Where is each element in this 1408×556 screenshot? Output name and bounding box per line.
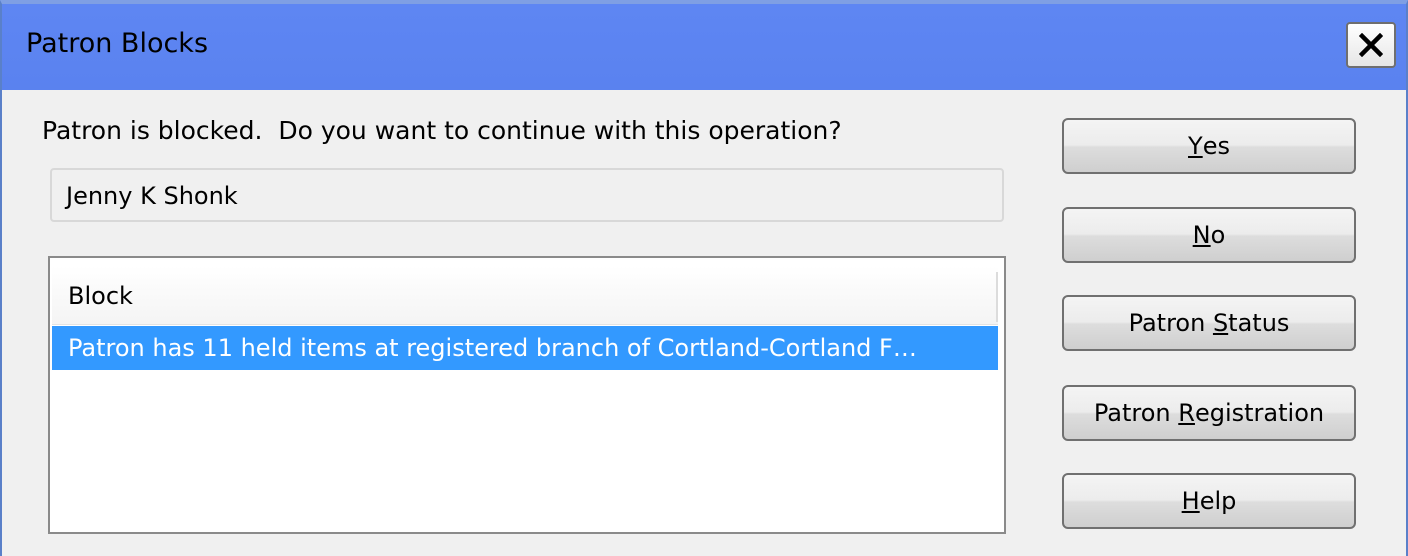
patron-registration-label-key: R: [1178, 399, 1195, 427]
yes-label-key: Y: [1188, 132, 1203, 160]
patron-status-label-post: tatus: [1228, 309, 1290, 337]
block-description: Patron has 11 held items at registered b…: [68, 334, 917, 362]
title-bar[interactable]: Patron Blocks: [2, 4, 1406, 90]
column-divider[interactable]: [996, 272, 998, 322]
list-item[interactable]: Patron has 11 held items at registered b…: [52, 326, 998, 370]
patron-status-label-pre: Patron: [1128, 309, 1213, 337]
yes-label-post: es: [1202, 132, 1230, 160]
no-button[interactable]: No: [1062, 207, 1356, 263]
patron-blocks-dialog: Patron Blocks Patron is blocked. Do you …: [0, 0, 1408, 556]
blocked-prompt: Patron is blocked. Do you want to contin…: [42, 116, 842, 145]
help-label-post: elp: [1199, 487, 1237, 515]
patron-registration-button[interactable]: Patron Registration: [1062, 385, 1356, 441]
list-header: Block: [52, 266, 998, 325]
help-label-key: H: [1181, 487, 1200, 515]
patron-status-button[interactable]: Patron Status: [1062, 295, 1356, 351]
no-label-key: N: [1192, 221, 1211, 249]
no-label-post: o: [1210, 221, 1226, 249]
patron-registration-label-pre: Patron: [1093, 399, 1179, 427]
close-button[interactable]: [1346, 22, 1396, 68]
yes-button[interactable]: Yes: [1062, 118, 1356, 174]
patron-status-label-key: S: [1212, 309, 1229, 337]
patron-name-field: Jenny K Shonk: [50, 168, 1004, 222]
dialog-body: Patron is blocked. Do you want to contin…: [2, 90, 1406, 556]
column-header-block[interactable]: Block: [68, 282, 133, 310]
patron-registration-label-post: egistration: [1194, 399, 1325, 427]
window-title: Patron Blocks: [26, 28, 209, 59]
blocks-list[interactable]: Block Patron has 11 held items at regist…: [48, 256, 1006, 534]
close-icon: [1359, 33, 1383, 57]
patron-name: Jenny K Shonk: [66, 182, 238, 210]
help-button[interactable]: Help: [1062, 473, 1356, 529]
